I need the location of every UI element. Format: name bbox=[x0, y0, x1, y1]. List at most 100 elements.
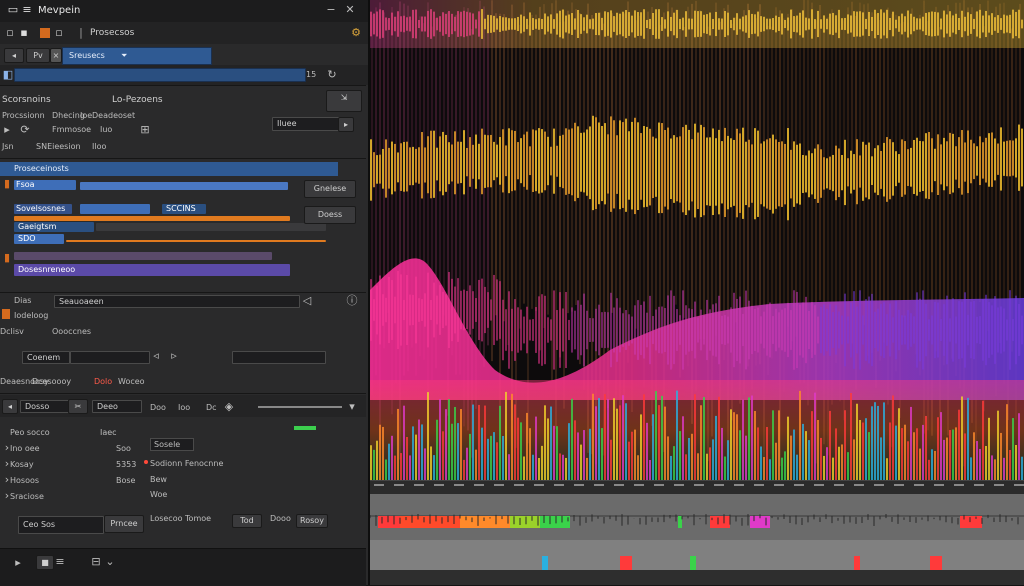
base-spike bbox=[682, 416, 684, 480]
footer-field[interactable]: Ceo Sos bbox=[18, 516, 104, 534]
transport-field-1[interactable]: Dosso bbox=[20, 400, 70, 413]
property-extra-field[interactable]: Sosele bbox=[150, 438, 194, 451]
section-a-expand-button[interactable]: ⇲ bbox=[326, 90, 362, 112]
folder-icon[interactable]: ▫ bbox=[4, 27, 16, 39]
low-spike bbox=[448, 272, 450, 348]
low-spike bbox=[817, 316, 819, 344]
status-play-icon[interactable]: ▸ bbox=[12, 557, 24, 569]
trash-icon[interactable]: ⊞ bbox=[138, 124, 152, 136]
mid-spike bbox=[409, 147, 411, 186]
combo-box[interactable]: Sreusecs ⏷ bbox=[62, 47, 212, 65]
footer-field-2[interactable]: Tod bbox=[232, 514, 262, 528]
status-split-icon[interactable]: ⊟ bbox=[90, 556, 102, 568]
top-spike bbox=[514, 18, 516, 30]
row2-left-b: Iodeloog bbox=[14, 311, 49, 320]
top-spike bbox=[412, 9, 414, 39]
row-expand-icon[interactable]: › bbox=[2, 458, 12, 470]
low-spike bbox=[406, 274, 408, 346]
base-spike bbox=[415, 434, 417, 480]
new-icon[interactable]: ▫ bbox=[54, 27, 64, 39]
low-spike bbox=[985, 294, 987, 366]
side-button-bottom[interactable]: Doess bbox=[304, 206, 356, 224]
mid-spike bbox=[916, 137, 918, 196]
mid-spike bbox=[871, 156, 873, 185]
mid-spike bbox=[883, 142, 885, 197]
info-icon[interactable]: ⓘ bbox=[346, 295, 358, 307]
minimize-icon[interactable]: − bbox=[326, 4, 336, 16]
slider-end-icon[interactable]: ▾ bbox=[346, 401, 358, 413]
base-spike bbox=[472, 404, 474, 480]
close-icon[interactable]: ✕ bbox=[344, 4, 356, 16]
base-spike bbox=[613, 398, 615, 480]
search-input[interactable] bbox=[14, 68, 306, 82]
mid-spike bbox=[796, 144, 798, 204]
refresh-icon[interactable]: ↻ bbox=[326, 69, 338, 81]
footer-field-3[interactable]: Rosoy bbox=[296, 514, 328, 528]
base-spike bbox=[742, 399, 744, 480]
property-row[interactable]: Kosay 5353 bbox=[0, 458, 140, 472]
play-icon[interactable]: ▸ bbox=[2, 124, 12, 136]
mid-spike bbox=[421, 132, 423, 199]
row-expand-icon[interactable]: › bbox=[2, 474, 12, 486]
menu-icon[interactable]: ≡ bbox=[22, 4, 32, 16]
automation-lane-2[interactable] bbox=[370, 540, 1024, 570]
status-stop-button[interactable]: ■ bbox=[36, 555, 54, 570]
property-row[interactable]: Sraciose bbox=[0, 490, 140, 504]
record-icon[interactable] bbox=[40, 28, 50, 38]
volume-down-icon[interactable]: ◃ bbox=[150, 350, 162, 362]
property-row[interactable]: Ino oee Soo bbox=[0, 442, 140, 456]
loop-icon[interactable]: ⟳ bbox=[18, 124, 32, 136]
tab-pv[interactable]: Pv bbox=[26, 48, 50, 63]
row3-field-2[interactable] bbox=[70, 351, 150, 364]
automation-lane-1[interactable] bbox=[370, 494, 1024, 540]
property-row[interactable]: Hosoos Bose bbox=[0, 474, 140, 488]
low-spike bbox=[472, 291, 474, 329]
row3-field-3[interactable] bbox=[232, 351, 326, 364]
side-button-top[interactable]: Gnelese bbox=[304, 180, 356, 198]
volume-up-icon[interactable]: ▹ bbox=[168, 350, 180, 362]
top-spike bbox=[979, 9, 981, 39]
top-spike bbox=[694, 10, 696, 38]
tab-close-icon[interactable]: × bbox=[50, 48, 62, 63]
filter-icon[interactable]: ◧ bbox=[2, 69, 14, 81]
transport-field-2[interactable]: Deeo bbox=[92, 400, 142, 413]
mid-spike bbox=[769, 138, 771, 210]
footer-button[interactable]: Prncee bbox=[104, 515, 144, 533]
low-spike bbox=[982, 299, 984, 361]
base-spike bbox=[631, 431, 633, 480]
bottom-scrollbar[interactable] bbox=[370, 570, 1024, 585]
save-icon[interactable]: ▪ bbox=[18, 27, 30, 39]
settings-icon[interactable]: ⚙ bbox=[350, 27, 362, 39]
marker-icon[interactable]: ◈ bbox=[224, 401, 234, 413]
top-spike bbox=[469, 12, 471, 36]
low-spike bbox=[850, 302, 852, 358]
base-spike bbox=[442, 431, 444, 480]
row-expand-icon[interactable]: › bbox=[2, 490, 12, 502]
property-row[interactable]: Peo socco Iaec bbox=[0, 426, 140, 440]
status-down-icon[interactable]: ⌄ bbox=[104, 556, 116, 568]
row2-field-button[interactable]: ▸ bbox=[338, 117, 354, 132]
waveform-canvas[interactable] bbox=[370, 0, 1024, 480]
base-spike bbox=[520, 422, 522, 480]
low-spike bbox=[445, 294, 447, 326]
row3-field[interactable]: Coenem bbox=[22, 351, 70, 364]
low-spike bbox=[880, 304, 882, 356]
mid-spike bbox=[946, 141, 948, 187]
transport-back-button[interactable]: ◂ bbox=[2, 399, 18, 414]
low-spike bbox=[694, 301, 696, 359]
row2-field[interactable]: Iluee bbox=[272, 117, 340, 131]
status-list-icon[interactable]: ≡ bbox=[54, 556, 66, 568]
base-spike bbox=[418, 419, 420, 480]
row1-field[interactable]: Seauoaeen bbox=[54, 295, 300, 308]
ruler-tick bbox=[534, 484, 544, 486]
transport-cut-button[interactable]: ✂ bbox=[68, 399, 88, 414]
volume-icon[interactable]: ◁ bbox=[300, 295, 314, 307]
base-spike bbox=[715, 415, 717, 480]
row-expand-icon[interactable]: › bbox=[2, 442, 12, 454]
mid-spike bbox=[562, 134, 564, 189]
mid-spike bbox=[814, 148, 816, 199]
back-button[interactable]: ◂ bbox=[4, 48, 24, 63]
low-spike bbox=[784, 308, 786, 352]
position-slider[interactable] bbox=[258, 406, 342, 408]
waveform-view[interactable] bbox=[370, 0, 1024, 585]
